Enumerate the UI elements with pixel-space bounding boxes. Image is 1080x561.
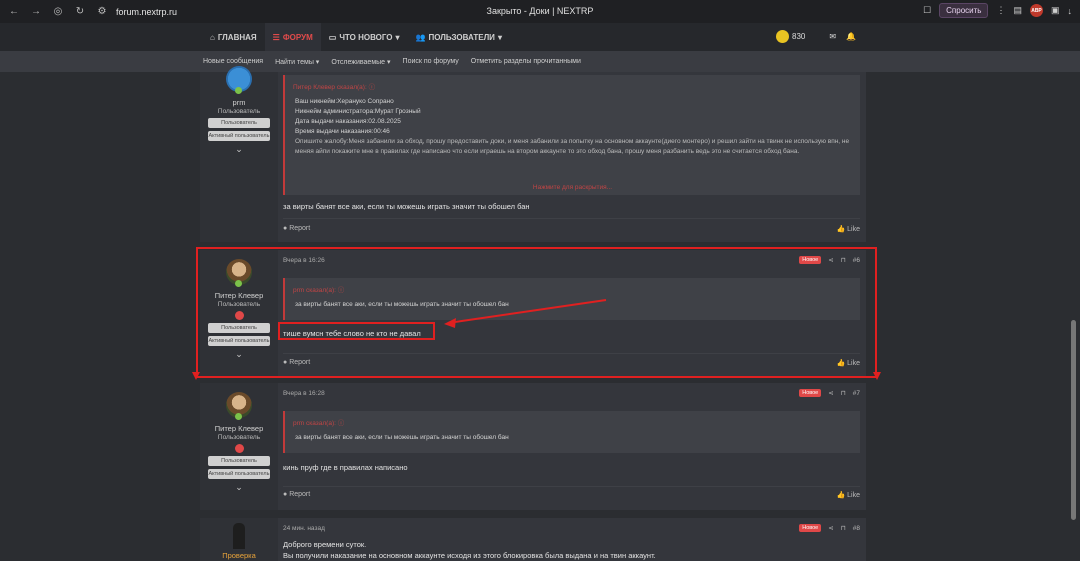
user-title: Пользователь — [217, 108, 261, 115]
achievement-icon — [234, 444, 244, 453]
user-badge: Пользователь — [208, 118, 270, 128]
site-navigation: ⌂ ГЛАВНАЯ ☰ ФОРУМ ▭ ЧТО НОВОГО ▾ 👥 ПОЛЬЗОВАТЕ… — [0, 23, 1080, 51]
chevron-down-icon: ▾ — [497, 32, 502, 42]
shield-icon[interactable]: ◎ — [50, 6, 66, 17]
quote-text: за вирты банят все аки, если ты можешь и… — [295, 434, 509, 441]
quote-line: Опишите жалобу:Меня забанили за обход, п… — [295, 138, 850, 155]
nav-whats-new[interactable]: ▭ ЧТО НОВОГО ▾ — [321, 23, 408, 51]
users-icon: 👥 — [415, 32, 426, 42]
chevron-down-icon: ▾ — [395, 32, 400, 42]
like-button[interactable]: 👍 Like — [836, 225, 860, 233]
avatar[interactable] — [226, 66, 252, 94]
sub-navigation: Новые сообщения Найти темы ▾ Отслеживаем… — [0, 51, 1080, 72]
share-icon[interactable]: ⋖ — [828, 389, 833, 397]
post-user-panel: prm Пользователь Пользователь Активный п… — [200, 66, 278, 242]
page-scrollbar[interactable] — [1071, 320, 1076, 520]
forum-icon: ☰ — [272, 32, 280, 42]
report-link[interactable]: ● Report — [283, 491, 310, 498]
new-badge: Новое — [799, 389, 822, 397]
coin-balance[interactable]: 830 — [792, 32, 805, 41]
quote-author[interactable]: prm сказал(а): ⓘ — [285, 411, 860, 433]
annotation-highlight-box — [278, 322, 435, 340]
bookmark-icon[interactable]: ⊓ — [841, 524, 846, 532]
address-bar[interactable]: forum.nextrp.ru — [116, 7, 177, 17]
bell-icon[interactable]: 🔔 — [846, 32, 856, 41]
extensions-icon[interactable]: ▤ — [1013, 5, 1022, 16]
user-badge-active: Активный пользователь — [208, 469, 270, 479]
quote-line: Ваш никнейм:Херануко Сопрано — [295, 98, 394, 105]
chat-icon: ▭ — [328, 32, 337, 42]
post-number[interactable]: #8 — [853, 525, 860, 532]
post-time[interactable]: 24 мин. назад — [283, 525, 325, 532]
quote-author[interactable]: Питер Клевер сказал(а): ⓘ — [285, 75, 860, 97]
post-user-panel: Питер Клевер Пользователь Пользователь А… — [200, 383, 278, 510]
quote-line: Никнейм администратора:Мурат Грозный — [295, 108, 421, 115]
post-message: кинь пруф где в правилах написано — [283, 463, 408, 472]
avatar[interactable] — [233, 523, 245, 549]
nav-home[interactable]: ⌂ ГЛАВНАЯ — [202, 23, 265, 51]
like-button[interactable]: 👍 Like — [836, 491, 860, 499]
chevron-down-icon[interactable]: ⌄ — [200, 482, 278, 493]
screenshot-icon[interactable]: ▣ — [1051, 5, 1060, 16]
post-prm: prm Пользователь Пользователь Активный п… — [200, 66, 866, 242]
subnav-find-threads[interactable]: Найти темы ▾ — [275, 58, 319, 66]
bookmark-icon[interactable]: ☐ — [923, 5, 931, 16]
post-time[interactable]: Вчера в 16:28 — [283, 390, 325, 397]
quote-block: prm сказал(а): ⓘ за вирты банят все аки,… — [283, 411, 860, 453]
post-message-line: Доброго времени суток. — [283, 540, 367, 549]
username[interactable]: prm — [200, 98, 278, 107]
user-badge-active: Активный пользователь — [208, 131, 270, 141]
avatar[interactable] — [226, 392, 252, 420]
nav-users[interactable]: 👥 ПОЛЬЗОВАТЕЛИ ▾ — [408, 23, 510, 51]
expand-quote[interactable]: Нажмите для раскрытия... — [285, 184, 860, 191]
quote-block: Питер Клевер сказал(а): ⓘ Ваш никнейм:Хе… — [283, 75, 860, 195]
report-link[interactable]: ● Report — [283, 225, 310, 232]
post-message: за вирты банят все аки, если ты можешь и… — [283, 202, 530, 211]
post-7: Питер Клевер Пользователь Пользователь А… — [200, 383, 866, 510]
post-message-line: Вы получили наказание на основном аккаун… — [283, 551, 656, 560]
reload-icon[interactable]: ↻ — [72, 6, 88, 17]
new-badge: Новое — [799, 524, 822, 532]
browser-toolbar: ← → ◎ ↻ ⚙ forum.nextrp.ru Закрыто - Доки… — [0, 0, 1080, 23]
download-icon[interactable]: ↓ — [1068, 6, 1073, 16]
online-dot — [235, 87, 242, 94]
subnav-search-forums[interactable]: Поиск по форуму — [403, 58, 459, 65]
user-badge: Пользователь — [208, 456, 270, 466]
subnav-new-posts[interactable]: Новые сообщения — [203, 58, 263, 65]
bookmark-icon[interactable]: ⊓ — [841, 389, 846, 397]
chevron-down-icon[interactable]: ⌄ — [200, 144, 278, 155]
site-settings-icon[interactable]: ⚙ — [94, 6, 110, 17]
home-icon: ⌂ — [210, 32, 215, 42]
nav-forum[interactable]: ☰ ФОРУМ — [264, 23, 321, 51]
ask-button[interactable]: Спросить — [939, 3, 989, 18]
mail-icon[interactable]: ✉ — [829, 32, 836, 41]
coin-icon — [776, 30, 789, 43]
back-icon[interactable]: ← — [6, 6, 22, 17]
quote-line: Дата выдачи наказания:02.08.2025 — [295, 118, 401, 125]
share-icon[interactable]: ⋖ — [828, 524, 833, 532]
post-user-panel: Проверка — [200, 518, 278, 561]
more-icon[interactable]: ⋮ — [996, 5, 1005, 16]
adblock-icon[interactable]: ABP — [1029, 4, 1043, 17]
quote-line: Время выдачи наказания:00:46 — [295, 128, 390, 135]
post-8: Проверка 24 мин. назад Новое ⋖ ⊓ #8 Добр… — [200, 518, 866, 561]
online-dot — [235, 413, 242, 420]
annotation-highlight-rect — [196, 247, 877, 378]
username[interactable]: Питер Клевер — [200, 424, 278, 433]
user-title: Пользователь — [217, 434, 261, 441]
post-number[interactable]: #7 — [853, 390, 860, 397]
forward-icon[interactable]: → — [28, 6, 44, 17]
username[interactable]: Проверка — [200, 551, 278, 560]
subnav-watched[interactable]: Отслеживаемые ▾ — [331, 58, 390, 66]
subnav-mark-read[interactable]: Отметить разделы прочитанными — [471, 58, 581, 65]
